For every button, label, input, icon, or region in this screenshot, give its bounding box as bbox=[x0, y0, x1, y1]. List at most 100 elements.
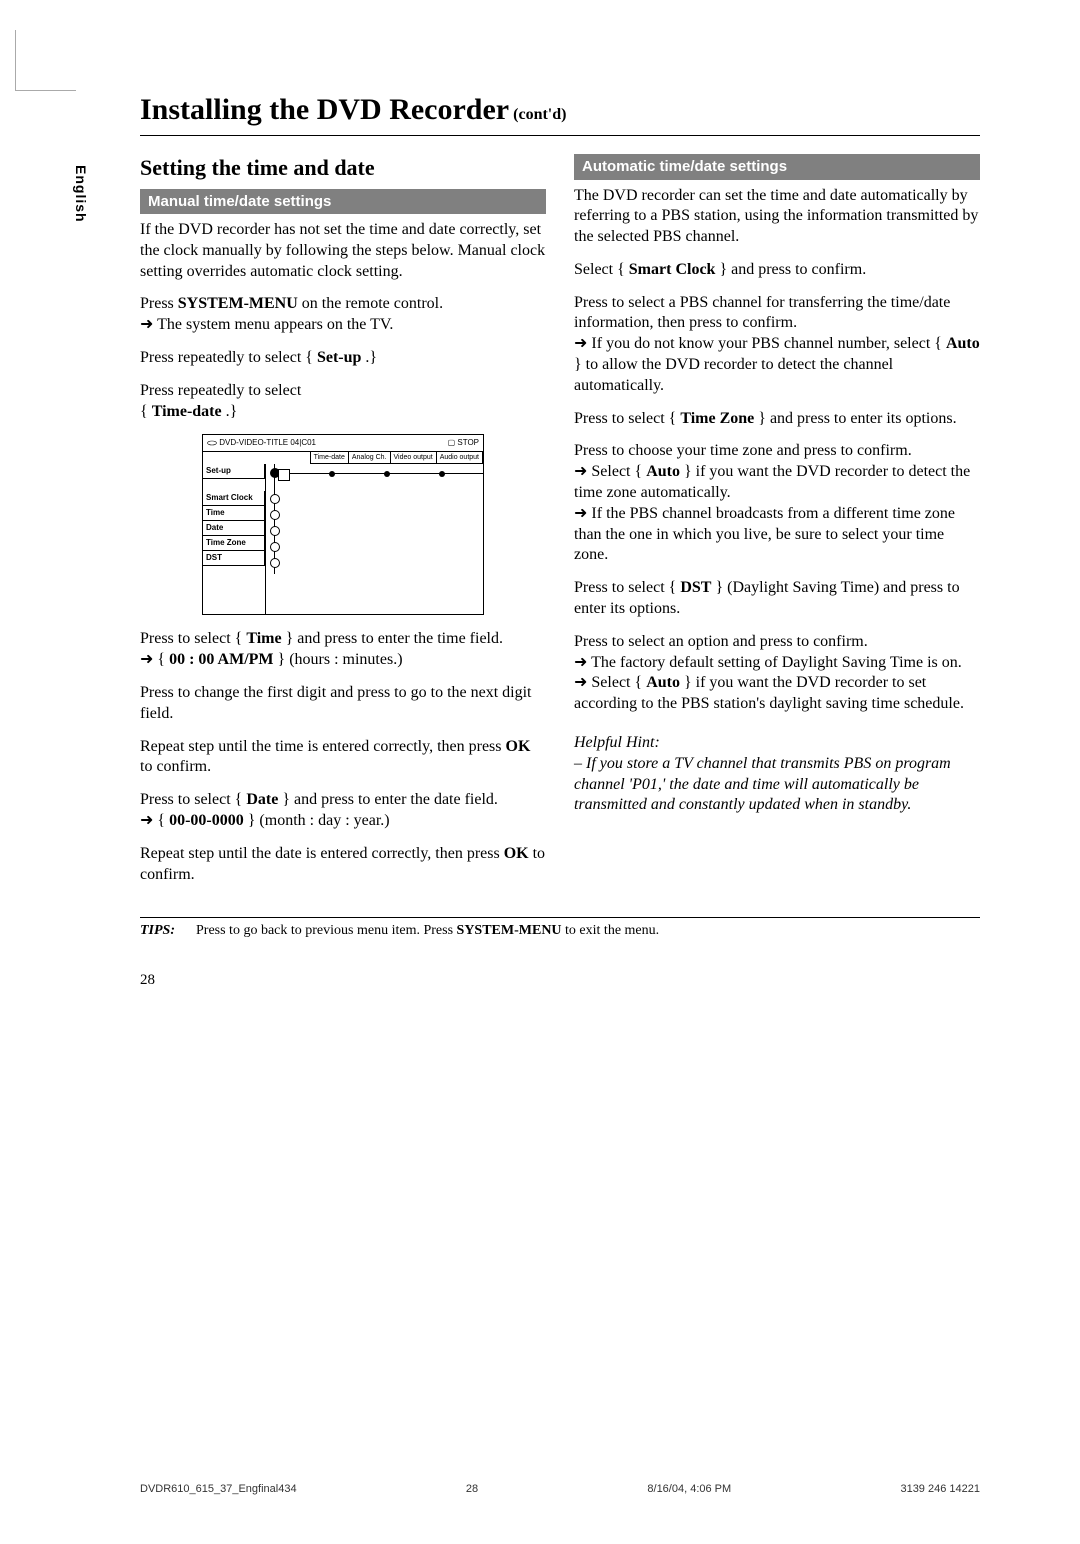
text-bold: Auto bbox=[646, 674, 680, 691]
osd-tab: Time-date bbox=[310, 452, 349, 464]
text-bold: Smart Clock bbox=[629, 261, 716, 278]
osd-header-right: ▢ STOP bbox=[448, 439, 479, 447]
text: to exit the menu. bbox=[562, 923, 660, 938]
text-bold: Date bbox=[246, 791, 278, 808]
para: Press to select a PBS channel for transf… bbox=[574, 293, 980, 397]
osd-header-left: DVD-VIDEO-TITLE 04|C01 bbox=[207, 438, 316, 448]
para: Press to change the first digit and pres… bbox=[140, 683, 546, 725]
osd-tab: Analog Ch. bbox=[348, 452, 391, 464]
text: { bbox=[157, 651, 169, 668]
text: Press to select { bbox=[574, 410, 680, 427]
osd-sidebar: Set-up Smart Clock Time Date Time Zone D… bbox=[203, 464, 266, 614]
text: to confirm. bbox=[140, 758, 211, 775]
title-sub: (cont'd) bbox=[513, 106, 566, 123]
title-rule bbox=[140, 135, 980, 136]
osd-node-column bbox=[266, 464, 284, 614]
language-tab: English bbox=[72, 165, 90, 223]
text: If you do not know your PBS channel numb… bbox=[591, 335, 946, 352]
osd-side-item: Time Zone bbox=[203, 536, 265, 551]
text: } (month : day : year.) bbox=[244, 812, 390, 829]
footer-left: DVDR610_615_37_Engfinal434 bbox=[140, 1482, 297, 1496]
text-bold: Time Zone bbox=[680, 410, 754, 427]
text: Select { bbox=[591, 674, 646, 691]
text: Press to select { bbox=[140, 791, 246, 808]
text: DVD-VIDEO-TITLE 04|C01 bbox=[219, 439, 316, 448]
text-bold: Set-up bbox=[317, 349, 361, 366]
arrow-line: If you do not know your PBS channel numb… bbox=[574, 335, 980, 394]
text-bold: Auto bbox=[946, 335, 980, 352]
footer-date: 8/16/04, 4:06 PM bbox=[647, 1482, 731, 1496]
two-columns: Setting the time and date Manual time/da… bbox=[140, 154, 980, 897]
footer-code: 3139 246 14221 bbox=[900, 1482, 980, 1496]
para: If the DVD recorder has not set the time… bbox=[140, 220, 546, 282]
osd-side-item: DST bbox=[203, 551, 265, 566]
text: Repeat step until the date is entered co… bbox=[140, 845, 504, 862]
text: Press to go back to previous menu item. … bbox=[196, 923, 457, 938]
crop-mark bbox=[15, 30, 76, 91]
text: Select { bbox=[591, 463, 646, 480]
para: Press to select { Time Zone } and press … bbox=[574, 409, 980, 430]
para: Press to select { Time } and press to en… bbox=[140, 629, 546, 671]
osd-tabs: Time-date Analog Ch. Video output Audio … bbox=[203, 452, 483, 464]
para: Press to select { DST } (Daylight Saving… bbox=[574, 578, 980, 620]
text: Repeat step until the time is entered co… bbox=[140, 738, 506, 755]
text: { bbox=[157, 812, 169, 829]
osd-main bbox=[284, 464, 483, 614]
tips-line: TIPS: Press to go back to previous menu … bbox=[140, 922, 980, 940]
para: The DVD recorder can set the time and da… bbox=[574, 186, 980, 248]
title-main: Installing the DVD Recorder bbox=[140, 93, 509, 126]
text: Press repeatedly to select bbox=[140, 382, 301, 399]
text: Press to choose your time zone and press… bbox=[574, 442, 912, 459]
arrow-line: The factory default setting of Daylight … bbox=[574, 654, 962, 671]
text-bold: Time-date bbox=[152, 403, 222, 420]
left-column: Setting the time and date Manual time/da… bbox=[140, 154, 546, 897]
text: Press bbox=[140, 295, 178, 312]
para: Press repeatedly to select { Time-date .… bbox=[140, 381, 546, 423]
arrow-line: The system menu appears on the TV. bbox=[140, 316, 393, 333]
page-number: 28 bbox=[140, 971, 980, 991]
arrow-line: If the PBS channel broadcasts from a dif… bbox=[574, 505, 955, 564]
osd-side-item: Set-up bbox=[203, 464, 265, 479]
text-bold: 00-00-0000 bbox=[169, 812, 244, 829]
helpful-hint: Helpful Hint: – If you store a TV channe… bbox=[574, 733, 980, 816]
text: } (hours : minutes.) bbox=[274, 651, 403, 668]
text: } and press to enter its options. bbox=[754, 410, 956, 427]
text: Press to select { bbox=[140, 630, 246, 647]
text: Select { bbox=[574, 261, 629, 278]
text: Press repeatedly to select { bbox=[140, 349, 317, 366]
bar-heading-manual: Manual time/date settings bbox=[140, 189, 546, 215]
bar-heading-auto: Automatic time/date settings bbox=[574, 154, 980, 180]
text-bold: SYSTEM-MENU bbox=[178, 295, 298, 312]
para: Press repeatedly to select { Set-up .} bbox=[140, 348, 546, 369]
right-column: Automatic time/date settings The DVD rec… bbox=[574, 154, 980, 897]
text: .} bbox=[361, 349, 377, 366]
para: Press to select { Date } and press to en… bbox=[140, 790, 546, 832]
osd-body: Set-up Smart Clock Time Date Time Zone D… bbox=[203, 464, 483, 614]
text-bold: OK bbox=[504, 845, 529, 862]
section-heading: Setting the time and date bbox=[140, 154, 546, 183]
arrow-line: Select { Auto } if you want the DVD reco… bbox=[574, 463, 970, 501]
hint-body: – If you store a TV channel that transmi… bbox=[574, 754, 980, 816]
page: English Installing the DVD Recorder (con… bbox=[0, 0, 1080, 1544]
osd-side-item: Date bbox=[203, 521, 265, 536]
arrow-line: { 00-00-0000 } (month : day : year.) bbox=[140, 812, 390, 829]
osd-side-item: Smart Clock bbox=[203, 491, 265, 506]
text: on the remote control. bbox=[298, 295, 443, 312]
para: Repeat step until the time is entered co… bbox=[140, 737, 546, 779]
footer-mid: 28 bbox=[466, 1482, 478, 1496]
text-bold: SYSTEM-MENU bbox=[457, 923, 562, 938]
osd-tab: Audio output bbox=[436, 452, 483, 464]
page-title: Installing the DVD Recorder (cont'd) bbox=[140, 90, 980, 129]
footer: DVDR610_615_37_Engfinal434 28 8/16/04, 4… bbox=[140, 1482, 980, 1496]
arrow-line: { 00 : 00 AM/PM } (hours : minutes.) bbox=[140, 651, 403, 668]
osd-tab: Video output bbox=[390, 452, 437, 464]
para: Select { Smart Clock } and press to conf… bbox=[574, 260, 980, 281]
tips-label: TIPS: bbox=[140, 923, 175, 938]
para: Press to select an option and press to c… bbox=[574, 632, 980, 715]
text: STOP bbox=[457, 438, 479, 447]
text-bold: OK bbox=[506, 738, 531, 755]
text-bold: 00 : 00 AM/PM bbox=[169, 651, 273, 668]
text-bold: DST bbox=[680, 579, 711, 596]
text: } to allow the DVD recorder to detect th… bbox=[574, 356, 893, 394]
text: Press to select an option and press to c… bbox=[574, 633, 868, 650]
